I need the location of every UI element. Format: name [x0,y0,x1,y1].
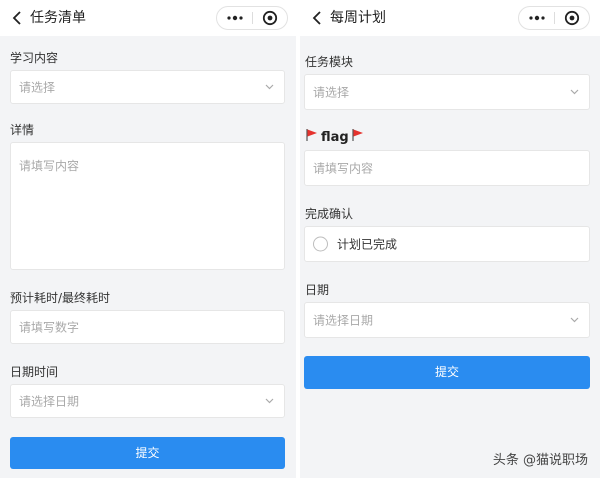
time-cost-placeholder: 请填写数字 [19,320,80,335]
more-dots-icon[interactable] [217,7,253,29]
red-flag-icon [351,128,365,146]
flag-label: flag [305,128,365,146]
flag-input[interactable]: 请填写内容 [304,150,590,186]
date-placeholder: 请选择日期 [313,313,374,328]
detail-label: 详情 [10,123,35,137]
nav-bar: 每周计划 [300,0,600,36]
back-chevron-icon[interactable] [308,8,326,28]
task-module-label: 任务模块 [305,55,354,69]
radio-circle-icon[interactable] [313,236,328,252]
red-flag-icon [305,128,319,146]
datetime-select[interactable]: 请选择日期 [10,384,285,418]
flag-placeholder: 请填写内容 [313,161,374,176]
menu-capsule [216,6,288,30]
menu-capsule [518,6,590,30]
more-dots-icon[interactable] [519,7,555,29]
datetime-placeholder: 请选择日期 [19,394,80,409]
detail-placeholder: 请填写内容 [19,159,80,173]
completion-confirm-label: 完成确认 [305,207,354,221]
study-content-placeholder: 请选择 [19,80,56,95]
task-module-select[interactable]: 请选择 [304,74,590,110]
page-title: 任务清单 [30,10,86,26]
watermark-text: 头条 @猫说职场 [492,453,588,468]
study-content-label: 学习内容 [10,51,59,65]
task-list-screen: 任务清单 学习内容 请选择 详情 请填写内容 预计耗时/最终耗时 请填写数字 日… [0,0,296,478]
date-label: 日期 [305,283,330,297]
chevron-down-icon [569,316,579,324]
page-title: 每周计划 [330,10,386,26]
flag-text: flag [321,129,349,145]
completion-option-label: 计划已完成 [337,237,398,252]
chevron-down-icon [264,397,274,405]
chevron-down-icon [569,88,579,96]
task-module-placeholder: 请选择 [313,85,350,100]
time-cost-input[interactable]: 请填写数字 [10,310,285,344]
study-content-select[interactable]: 请选择 [10,70,285,104]
chevron-down-icon [264,83,274,91]
nav-bar: 任务清单 [0,0,296,36]
date-select[interactable]: 请选择日期 [304,302,590,338]
weekly-plan-screen: 每周计划 任务模块 请选择 flag 请填写内容 完成确认 计划已完成 日期 请… [300,0,600,478]
target-circle-icon[interactable] [253,7,287,29]
datetime-label: 日期时间 [10,365,59,379]
completion-radio-row[interactable]: 计划已完成 [304,226,590,262]
time-cost-label: 预计耗时/最终耗时 [10,291,111,305]
detail-textarea[interactable]: 请填写内容 [10,142,285,270]
target-circle-icon[interactable] [555,7,589,29]
back-chevron-icon[interactable] [8,8,26,28]
submit-button[interactable]: 提交 [10,437,285,469]
submit-button[interactable]: 提交 [304,356,590,389]
